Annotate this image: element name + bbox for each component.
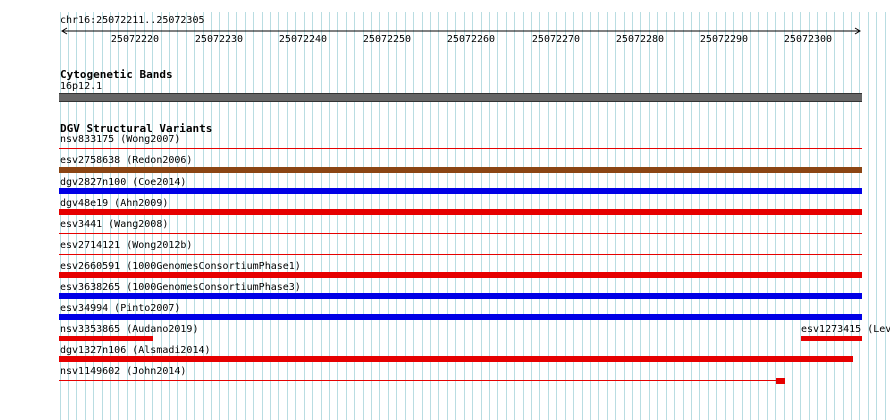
- variant-feature[interactable]: [59, 314, 862, 320]
- ruler-tick: 25072270: [531, 34, 581, 45]
- variant-feature[interactable]: [59, 188, 862, 194]
- ruler-tick: 25072290: [699, 34, 749, 45]
- variant-label[interactable]: esv2714121 (Wong2012b): [60, 240, 192, 252]
- variant-feature[interactable]: [776, 378, 785, 384]
- variant-feature[interactable]: [59, 209, 862, 215]
- ruler-tick: 25072250: [362, 34, 412, 45]
- ruler-tick: 25072280: [615, 34, 665, 45]
- cytoband-bar[interactable]: [59, 93, 862, 102]
- ruler-tick: 25072300: [783, 34, 833, 45]
- variant-feature[interactable]: [59, 356, 853, 362]
- ruler-tick: 25072230: [194, 34, 244, 45]
- variant-feature[interactable]: [59, 380, 777, 381]
- variant-feature[interactable]: [59, 167, 862, 173]
- variant-feature[interactable]: [59, 336, 153, 341]
- genome-browser-view: chr16:25072211..25072305 25072220 250722…: [0, 0, 890, 420]
- cytoband-label: 16p12.1: [60, 81, 103, 92]
- ruler-tick: 25072240: [278, 34, 328, 45]
- variant-label[interactable]: esv1273415 (Lev: [801, 324, 890, 336]
- variant-feature[interactable]: [59, 254, 862, 255]
- variant-label[interactable]: esv2758638 (Redon2006): [60, 155, 192, 167]
- cytoband-track-title: Cytogenetic Bands: [60, 68, 173, 81]
- ruler-tick: 25072220: [110, 34, 160, 45]
- variant-feature[interactable]: [59, 293, 862, 299]
- variant-label[interactable]: nsv3353865 (Audano2019): [60, 324, 198, 336]
- variant-label[interactable]: esv3441 (Wang2008): [60, 219, 168, 231]
- variant-label[interactable]: nsv1149602 (John2014): [60, 366, 186, 378]
- variant-feature[interactable]: [801, 336, 862, 341]
- variant-feature[interactable]: [59, 148, 862, 149]
- variant-feature[interactable]: [59, 272, 862, 278]
- variant-feature[interactable]: [59, 233, 862, 234]
- ruler-tick: 25072260: [446, 34, 496, 45]
- variant-label[interactable]: nsv833175 (Wong2007): [60, 134, 180, 146]
